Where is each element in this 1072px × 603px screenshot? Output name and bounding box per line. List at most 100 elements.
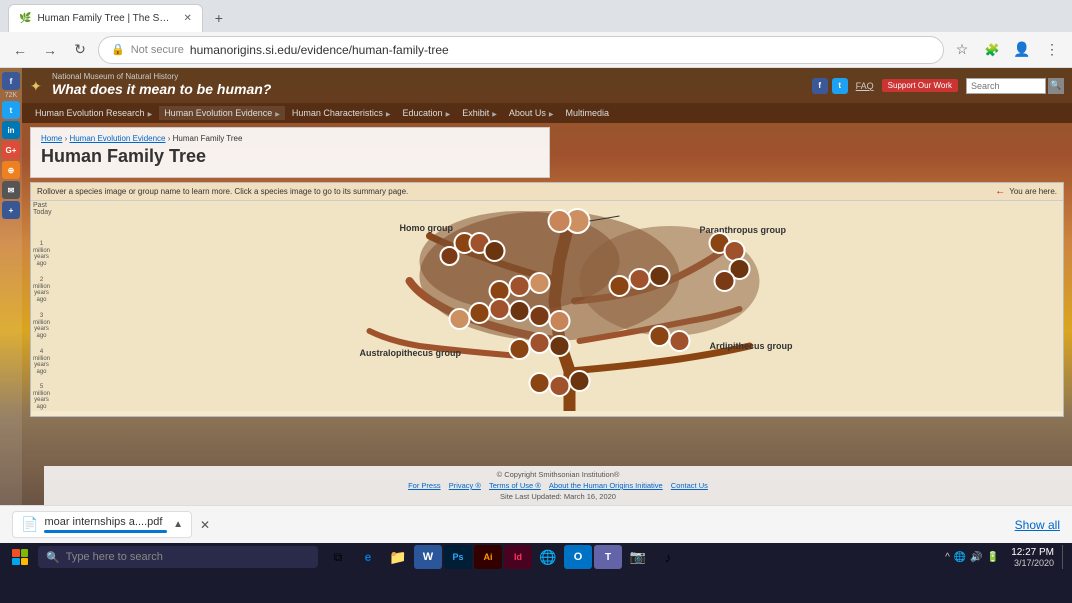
- tray-volume-icon[interactable]: 🔊: [970, 552, 982, 563]
- taskbar-search-bar[interactable]: 🔍 Type here to search: [38, 546, 318, 568]
- you-arrow-icon: ←: [995, 186, 1005, 197]
- nav-human-evolution-research[interactable]: Human Evolution Research: [30, 106, 157, 120]
- nav-human-evolution-evidence[interactable]: Human Evolution Evidence: [159, 106, 285, 120]
- footer-privacy-link[interactable]: Privacy ®: [449, 481, 481, 490]
- url-text: humanorigins.si.edu/evidence/human-famil…: [190, 43, 449, 57]
- support-btn[interactable]: Support Our Work: [882, 79, 958, 92]
- species-circle-1: [549, 210, 571, 232]
- site-content: ✦ National Museum of Natural History Wha…: [22, 68, 1072, 505]
- taskbar-app-chrome[interactable]: 🌐: [534, 545, 562, 569]
- new-tab-button[interactable]: +: [205, 4, 233, 32]
- taskbar-app-camera[interactable]: 📷: [624, 545, 652, 569]
- tray-network-icon[interactable]: 🌐: [954, 552, 966, 563]
- lock-icon: 🔒: [111, 43, 125, 56]
- taskbar-app-file-explorer[interactable]: 📁: [384, 545, 412, 569]
- address-bar[interactable]: 🔒 Not secure humanorigins.si.edu/evidenc…: [98, 36, 944, 64]
- bottom-circle-1: [530, 373, 550, 393]
- taskbar-clock[interactable]: 12:27 PM 3/17/2020: [1007, 547, 1058, 568]
- reload-button[interactable]: ↻: [68, 38, 92, 62]
- windows-logo: [12, 549, 28, 565]
- site-title: National Museum of Natural History What …: [52, 72, 271, 99]
- homo-circle-3: [485, 241, 505, 261]
- download-close-button[interactable]: ✕: [200, 518, 210, 532]
- google-share-btn[interactable]: G+: [2, 141, 20, 159]
- social-sidebar: f 72K t in G+ ⊕ ✉ +: [0, 68, 22, 505]
- faq-link[interactable]: FAQ: [856, 81, 874, 91]
- breadcrumb-home[interactable]: Home: [41, 134, 62, 143]
- taskbar-app-task-view[interactable]: ⧉: [324, 545, 352, 569]
- tab-bar: 🌿 Human Family Tree | The Smithso... ✕ +: [0, 0, 1072, 32]
- footer-press-link[interactable]: For Press: [408, 481, 441, 490]
- extensions-button[interactable]: 🧩: [980, 38, 1004, 62]
- taskbar-app-illustrator[interactable]: Ai: [474, 545, 502, 569]
- show-desktop-button[interactable]: [1062, 545, 1068, 569]
- taskbar-app-music[interactable]: ♪: [654, 545, 682, 569]
- mid-circle-5: [630, 269, 650, 289]
- nav-multimedia[interactable]: Multimedia: [560, 106, 614, 120]
- you-are-here: ← You are here.: [995, 186, 1057, 197]
- mid-circle-3: [530, 273, 550, 293]
- system-tray: ^ 🌐 🔊 🔋: [941, 552, 1003, 563]
- footer-contact-link[interactable]: Contact Us: [671, 481, 708, 490]
- tree-svg: Homo group Paranthropus group Australopi…: [76, 201, 1063, 411]
- taskbar-app-teams[interactable]: T: [594, 545, 622, 569]
- nav-human-characteristics[interactable]: Human Characteristics: [287, 106, 396, 120]
- ardipithecus-group-label: Ardipithecus group: [710, 341, 794, 351]
- download-progress-bar: [44, 530, 167, 533]
- tray-battery-icon[interactable]: 🔋: [987, 552, 999, 563]
- forward-button[interactable]: →: [38, 38, 62, 62]
- profile-button[interactable]: 👤: [1010, 38, 1034, 62]
- taskbar-app-photoshop[interactable]: Ps: [444, 545, 472, 569]
- active-tab[interactable]: 🌿 Human Family Tree | The Smithso... ✕: [8, 4, 203, 32]
- back-button[interactable]: ←: [8, 38, 32, 62]
- win-pane-yellow: [21, 558, 29, 566]
- footer-terms-link[interactable]: Terms of Use ®: [489, 481, 541, 490]
- tab-close-icon[interactable]: ✕: [183, 13, 191, 24]
- paran-circle-4: [715, 271, 735, 291]
- clock-time: 12:27 PM: [1011, 547, 1054, 558]
- you-are-here-label: You are here.: [1009, 187, 1057, 196]
- lower-circle-2: [530, 333, 550, 353]
- embed-btn[interactable]: +: [2, 201, 20, 219]
- pdf-icon: 📄: [21, 516, 38, 533]
- timeline-3m: 3millionyearsago: [33, 313, 50, 339]
- search-button[interactable]: 🔍: [1048, 78, 1064, 94]
- page-title: Human Family Tree: [41, 146, 539, 167]
- twitter-share-btn[interactable]: t: [2, 101, 20, 119]
- nav-education[interactable]: Education: [398, 106, 456, 120]
- bookmark-button[interactable]: ☆: [950, 38, 974, 62]
- linkedin-share-btn[interactable]: in: [2, 121, 20, 139]
- australopithecus-group-label: Australopithecus group: [360, 348, 462, 358]
- menu-button[interactable]: ⋮: [1040, 38, 1064, 62]
- mid-circle-4: [610, 276, 630, 296]
- facebook-share-btn[interactable]: f: [2, 72, 20, 90]
- download-filename: moar internships a....pdf: [44, 516, 167, 528]
- header-facebook-btn[interactable]: f: [812, 78, 828, 94]
- header-twitter-btn[interactable]: t: [832, 78, 848, 94]
- austral-circle-3: [490, 299, 510, 319]
- taskbar-app-edge[interactable]: e: [354, 545, 382, 569]
- nav-exhibit[interactable]: Exhibit: [457, 106, 502, 120]
- nav-about-us[interactable]: About Us: [504, 106, 559, 120]
- footer-updated: Site Last Updated: March 16, 2020: [48, 492, 1068, 501]
- homo-circle-4: [441, 247, 459, 265]
- lower-circle-4: [650, 326, 670, 346]
- breadcrumb-section[interactable]: Human Evolution Evidence: [69, 134, 165, 143]
- taskbar: 🔍 Type here to search ⧉ e 📁 W Ps Ai Id 🌐…: [0, 543, 1072, 571]
- mid-circle-2: [510, 276, 530, 296]
- taskbar-app-word[interactable]: W: [414, 545, 442, 569]
- email-share-btn[interactable]: ✉: [2, 181, 20, 199]
- footer-about-link[interactable]: About the Human Origins Initiative: [549, 481, 663, 490]
- clock-date: 3/17/2020: [1014, 558, 1054, 568]
- tray-chevron-icon[interactable]: ^: [945, 552, 950, 563]
- taskbar-app-indesign[interactable]: Id: [504, 545, 532, 569]
- rss-btn[interactable]: ⊕: [2, 161, 20, 179]
- breadcrumb-current: Human Family Tree: [173, 134, 243, 143]
- share-count: 72K: [5, 92, 17, 99]
- bottom-circle-3: [570, 371, 590, 391]
- taskbar-app-outlook[interactable]: O: [564, 545, 592, 569]
- download-chevron-icon[interactable]: ▲: [173, 519, 183, 530]
- show-all-button[interactable]: Show all: [1015, 518, 1060, 532]
- search-input[interactable]: [966, 78, 1046, 94]
- start-button[interactable]: [4, 545, 36, 569]
